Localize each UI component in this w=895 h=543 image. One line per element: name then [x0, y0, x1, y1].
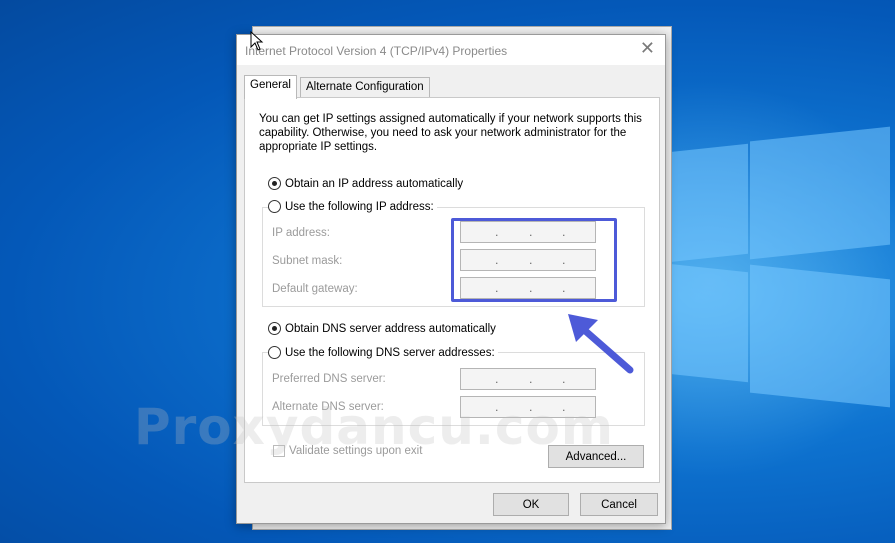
advanced-button[interactable]: Advanced...: [548, 445, 644, 468]
highlight-box: [451, 218, 617, 302]
use-following-ip-radio[interactable]: Use the following IP address:: [268, 200, 437, 213]
default-gateway-label: Default gateway:: [272, 283, 358, 295]
obtain-dns-auto-radio[interactable]: Obtain DNS server address automatically: [268, 322, 496, 335]
pointer-arrow-icon: [568, 314, 634, 374]
subnet-mask-label: Subnet mask:: [272, 255, 343, 267]
radio-checked-icon: [268, 177, 281, 190]
tab-alternate-configuration[interactable]: Alternate Configuration: [300, 77, 430, 98]
mouse-cursor-icon: [250, 31, 264, 51]
radio-checked-icon: [268, 322, 281, 335]
logo-pane: [750, 126, 890, 260]
checkbox-icon: [273, 445, 285, 457]
windows-logo: [650, 126, 895, 448]
logo-pane: [668, 263, 748, 383]
logo-pane: [668, 143, 748, 263]
tab-general[interactable]: General: [244, 75, 297, 99]
use-following-dns-label: Use the following DNS server addresses:: [285, 346, 495, 359]
logo-pane: [750, 264, 890, 408]
obtain-ip-auto-radio[interactable]: Obtain an IP address automatically: [268, 177, 463, 190]
ok-button[interactable]: OK: [493, 493, 569, 516]
ip-address-label: IP address:: [272, 227, 330, 239]
obtain-ip-auto-label: Obtain an IP address automatically: [285, 177, 464, 190]
use-following-ip-label: Use the following IP address:: [285, 200, 434, 213]
title-bar[interactable]: Internet Protocol Version 4 (TCP/IPv4) P…: [237, 35, 665, 65]
validate-settings-label: Validate settings upon exit: [289, 445, 423, 457]
radio-unchecked-icon: [268, 200, 281, 213]
preferred-dns-label: Preferred DNS server:: [272, 373, 386, 385]
obtain-dns-auto-label: Obtain DNS server address automatically: [285, 322, 496, 335]
alternate-dns-label: Alternate DNS server:: [272, 401, 384, 413]
alternate-dns-input[interactable]: ...: [460, 396, 596, 418]
radio-unchecked-icon: [268, 346, 281, 359]
use-following-dns-radio[interactable]: Use the following DNS server addresses:: [268, 346, 498, 359]
intro-text: You can get IP settings assigned automat…: [259, 113, 642, 153]
close-icon[interactable]: ✕: [640, 40, 655, 58]
cancel-button[interactable]: Cancel: [580, 493, 658, 516]
validate-settings-checkbox[interactable]: Validate settings upon exit: [273, 445, 422, 457]
dialog-title: Internet Protocol Version 4 (TCP/IPv4) P…: [245, 44, 508, 58]
